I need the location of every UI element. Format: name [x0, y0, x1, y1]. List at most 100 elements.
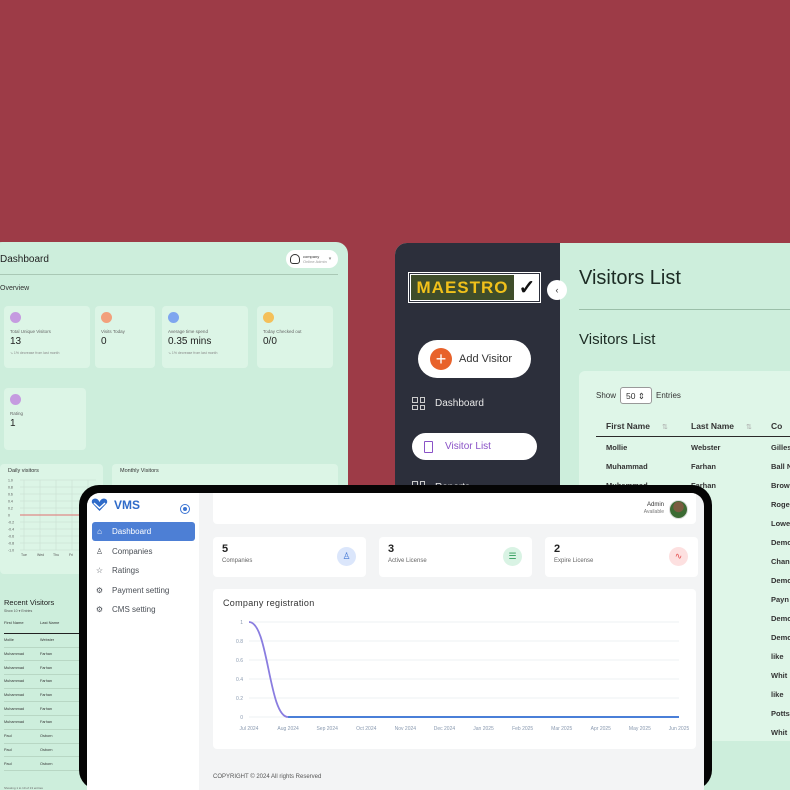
cell-company: Lowe	[771, 519, 790, 528]
cell-last-name: Farhan	[40, 652, 53, 657]
table-row[interactable]: Muhammad Farhan	[4, 689, 86, 703]
show-label: Show	[596, 391, 617, 400]
spinner-icon: ⇕	[637, 391, 645, 401]
page-title: Visitors List	[579, 267, 681, 289]
cell-first-name: Mollie	[606, 443, 628, 452]
sort-icon: ⇅	[746, 423, 752, 431]
cell-last-name: Osborn	[40, 761, 53, 766]
vms-logo[interactable]: VMS	[91, 498, 140, 512]
gear-icon: ⚙	[95, 585, 104, 595]
company-registration-plot: 1 0.8 0.6 0.4 0.2 0 Jul 2024 Aug 2024 Sep 2024 Oc…	[236, 620, 689, 732]
cell-last-name: Farhan	[40, 665, 53, 670]
x-tick-label: Oct 2024	[356, 726, 377, 732]
table-row[interactable]: Paul Osborn	[4, 730, 86, 744]
column-header-first-name[interactable]: First Name ⇅	[596, 421, 681, 431]
sidebar-toggle-icon[interactable]	[180, 504, 190, 514]
stat-value: 0/0	[263, 336, 277, 347]
cell-first-name: Muhammad	[4, 679, 25, 684]
cell-company: like	[771, 652, 784, 661]
user-name: Admin	[646, 502, 664, 508]
sidebar-item-label: Dashboard	[435, 398, 484, 409]
user-info[interactable]: Admin Available	[644, 502, 664, 515]
stat-card-average-time: Average time spend 0.35 mins ↘ 1% decrea…	[162, 306, 248, 368]
table-row[interactable]: Paul Osborn	[4, 757, 86, 771]
sidebar-item-companies[interactable]: ♙ Companies	[92, 542, 195, 561]
section-title-overview: Overview	[0, 285, 30, 292]
vms-device-frame: VMS ⌂ Dashboard ♙ Companies ☆ Ratings ⚙ Payment…	[79, 485, 712, 790]
table-row[interactable]: Paul Osborn	[4, 744, 86, 758]
column-header[interactable]: Last Name	[40, 620, 70, 633]
table-row[interactable]: Muhammad Farhan Ball N	[596, 457, 790, 476]
add-visitor-button[interactable]: + Add Visitor	[418, 340, 531, 378]
recent-show-entries[interactable]: Show 10 ▾ Entries	[4, 609, 32, 613]
stat-value: 0.35 mins	[168, 336, 212, 347]
logout-icon	[263, 312, 274, 323]
cell-company: Demo	[771, 614, 790, 623]
column-header-company[interactable]: Co	[765, 421, 782, 431]
stat-label: Total Unique Visitors	[10, 329, 51, 334]
user-status: Online Admin	[303, 259, 327, 264]
vms-sidebar: VMS ⌂ Dashboard ♙ Companies ☆ Ratings ⚙ Payment…	[87, 493, 199, 790]
pulse-icon: ∿	[669, 547, 688, 566]
cell-first-name: Paul	[4, 747, 12, 752]
y-tick-label: -0.6	[8, 535, 14, 539]
x-tick-label: Feb 2025	[512, 726, 533, 732]
cell-first-name: Paul	[4, 761, 12, 766]
sidebar-item-cms-setting[interactable]: ⚙ CMS setting	[92, 600, 195, 619]
column-header-last-name[interactable]: Last Name ⇅	[681, 421, 765, 431]
x-tick-label: Tue	[21, 553, 27, 557]
cell-company: Potts	[771, 709, 790, 718]
plus-icon: +	[430, 348, 452, 370]
sidebar-item-visitor-list[interactable]: Visitor List	[412, 433, 537, 460]
brand-name: VMS	[114, 498, 141, 512]
stat-label: Visits Today	[101, 329, 125, 334]
star-icon: ☆	[95, 566, 104, 575]
x-tick-label: Thu	[53, 553, 59, 557]
y-tick-label: 1	[240, 620, 243, 626]
stat-card-active-license: 3 Active License ☰	[379, 537, 532, 577]
sidebar-item-dashboard[interactable]: Dashboard	[412, 397, 484, 410]
y-tick-label: 0.4	[236, 677, 243, 683]
clipboard-icon	[424, 440, 433, 453]
cell-first-name: Muhammad	[4, 693, 25, 698]
user-menu[interactable]: company Online Admin ▾	[286, 250, 338, 268]
table-row[interactable]: Muhammad Farhan	[4, 702, 86, 717]
table-row[interactable]: Mollie Webster	[4, 634, 86, 648]
calendar-icon	[101, 312, 112, 323]
sidebar-item-payment-setting[interactable]: ⚙ Payment setting	[92, 581, 195, 600]
entries-select[interactable]: 50 ⇕	[620, 387, 653, 404]
cell-company: Demo	[771, 576, 790, 585]
cell-company: Whit	[771, 728, 788, 737]
cell-company: Payn	[771, 595, 789, 604]
chevron-left-icon[interactable]: ‹	[547, 280, 567, 300]
column-header[interactable]: First Name	[4, 620, 40, 633]
heart-logo-icon	[91, 498, 108, 512]
table-row[interactable]: Muhammad Farhan	[4, 661, 86, 676]
maestro-logo[interactable]: MAESTRO ✓	[408, 272, 541, 303]
y-tick-label: -0.8	[8, 542, 14, 546]
sidebar-item-dashboard[interactable]: ⌂ Dashboard	[92, 522, 195, 541]
gear-icon: ⚙	[95, 605, 104, 614]
x-tick-label: Sep 2024	[316, 726, 338, 732]
cell-company: Chan	[771, 557, 790, 566]
user-status: Available	[643, 509, 664, 515]
x-tick-label: Jan 2025	[473, 726, 494, 732]
table-row[interactable]: Muhammad Farhan	[4, 648, 86, 662]
cell-last-name: Farhan	[40, 706, 53, 711]
sidebar-item-ratings[interactable]: ☆ Ratings	[92, 561, 195, 580]
x-tick-label: Jun 2025	[669, 726, 689, 732]
cell-last-name: Webster	[691, 443, 721, 452]
table-row[interactable]: Muhammad Farhan	[4, 675, 86, 689]
sidebar-item-label: Visitor List	[445, 441, 491, 452]
table-row[interactable]: Muhammad Farhan	[4, 716, 86, 730]
table-row[interactable]: Mollie Webster Gilles	[596, 438, 790, 457]
stat-note: ↘ 1% decrease from last month	[168, 351, 218, 355]
company-registration-chart: Company registration 1 0.8 0.6 0.4 0.2 0 Jul 2…	[213, 589, 696, 749]
x-tick-label: May 2025	[629, 726, 651, 732]
y-tick-label: 0	[240, 715, 243, 721]
sidebar-item-label: Companies	[112, 546, 153, 556]
recent-visitors-title: Recent Visitors	[4, 598, 55, 607]
avatar[interactable]	[669, 500, 688, 519]
copyright-footer: COPYRIGHT © 2024 All rights Reserved	[213, 774, 322, 780]
x-tick-label: Wed	[37, 553, 44, 557]
